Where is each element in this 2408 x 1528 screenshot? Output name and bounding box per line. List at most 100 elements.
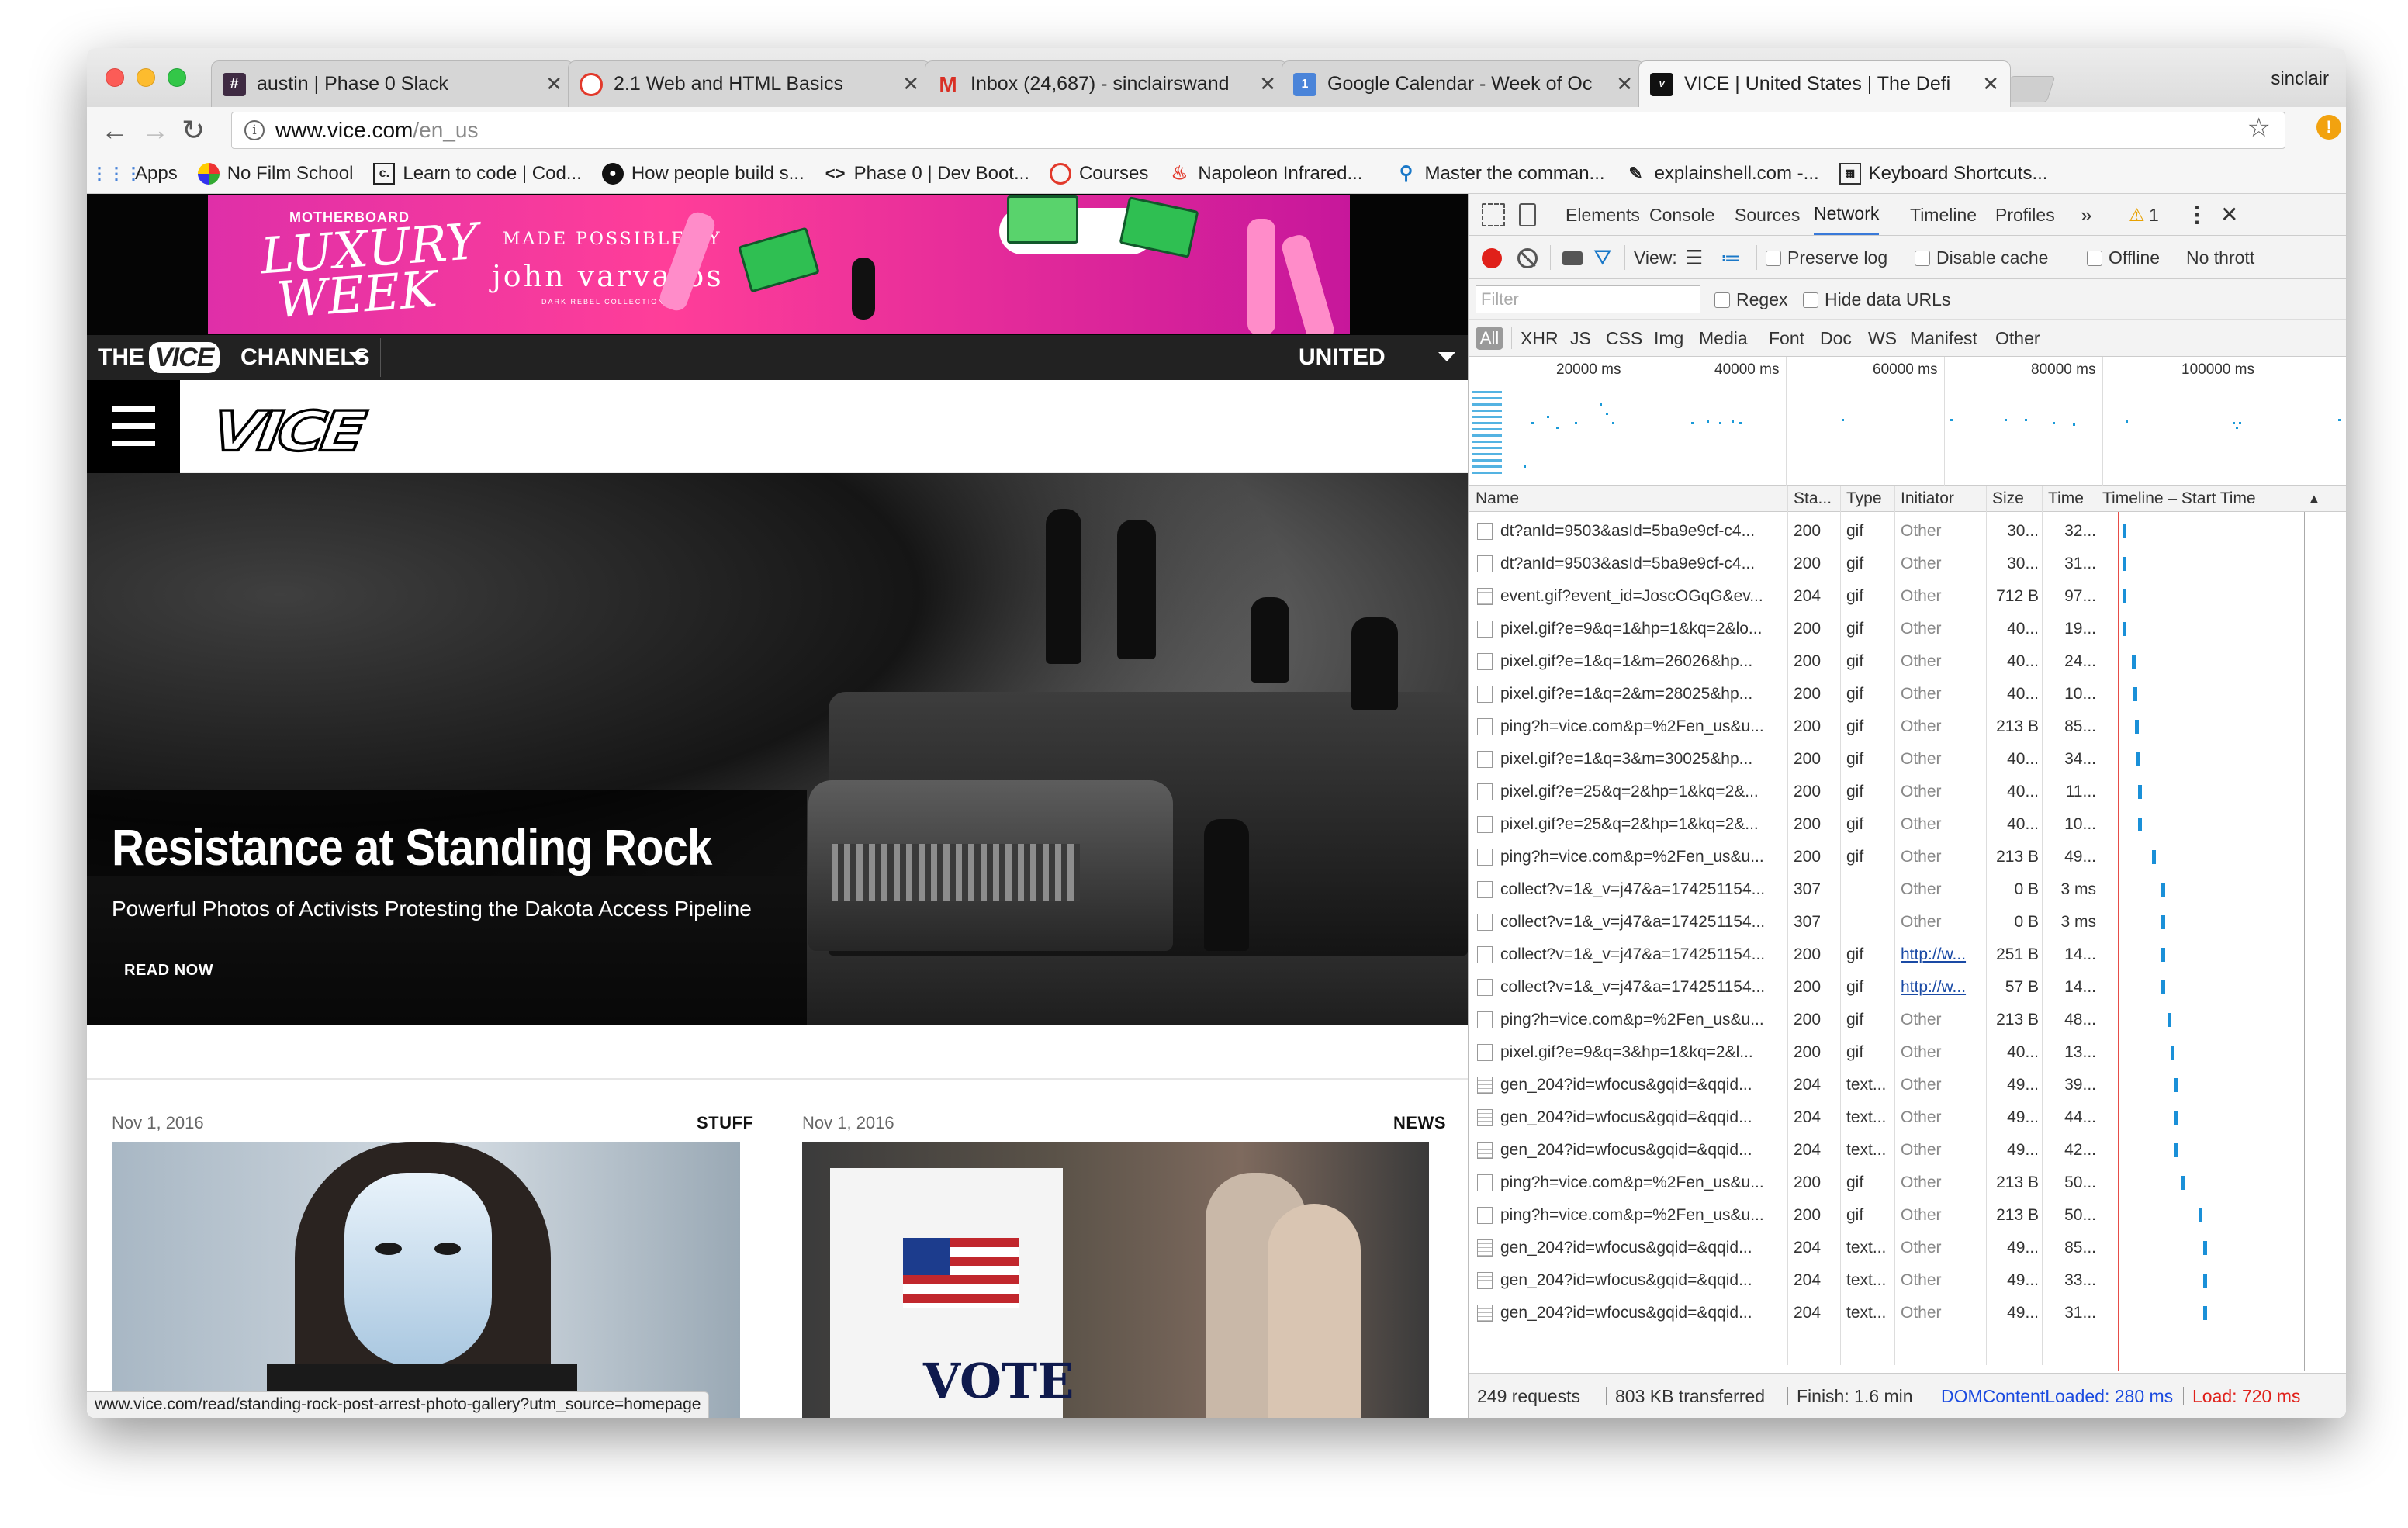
bookmark-explainshell[interactable]: ✎ explainshell.com -...: [1625, 163, 1818, 185]
network-row[interactable]: gen_204?id=wfocus&gqid=&qqid... 204 text..…: [1469, 1297, 2346, 1329]
warning-count[interactable]: 1: [2149, 194, 2159, 236]
tab-vice[interactable]: V VICE | United States | The Defi ✕: [1638, 60, 2011, 107]
row-name[interactable]: ping?h=vice.com&p=%2Fen_us&u...: [1500, 841, 1786, 873]
row-initiator[interactable]: Other: [1901, 1297, 1981, 1329]
row-initiator[interactable]: Other: [1901, 678, 1981, 710]
kebab-menu-icon[interactable]: ⋮: [2186, 194, 2208, 236]
chevron-down-icon[interactable]: [349, 352, 366, 361]
network-row[interactable]: dt?anId=9503&asId=5ba9e9cf-c4... 200 gif Ot…: [1469, 515, 2346, 548]
row-name[interactable]: ping?h=vice.com&p=%2Fen_us&u...: [1500, 1167, 1786, 1199]
chevron-down-icon[interactable]: [1438, 352, 1455, 361]
inspect-element-icon[interactable]: [1482, 203, 1505, 226]
network-row[interactable]: pixel.gif?e=25&q=2&hp=1&kq=2&... 200 gif Ot…: [1469, 776, 2346, 808]
column-initiator[interactable]: Initiator: [1901, 486, 1978, 512]
row-name[interactable]: pixel.gif?e=25&q=2&hp=1&kq=2&...: [1500, 776, 1786, 808]
info-icon[interactable]: i: [244, 120, 265, 140]
close-tab-icon[interactable]: ✕: [902, 72, 919, 96]
row-name[interactable]: pixel.gif?e=9&q=1&hp=1&kq=2&lo...: [1500, 613, 1786, 645]
close-tab-icon[interactable]: ✕: [1982, 72, 1999, 96]
row-name[interactable]: gen_204?id=wfocus&gqid=&qqid...: [1500, 1069, 1786, 1101]
close-tab-icon[interactable]: ✕: [545, 72, 562, 96]
column-status[interactable]: Sta...: [1794, 486, 1837, 512]
row-name[interactable]: pixel.gif?e=1&q=1&m=26026&hp...: [1500, 645, 1786, 678]
row-name[interactable]: pixel.gif?e=9&q=3&hp=1&kq=2&l...: [1500, 1036, 1786, 1069]
card-image-mask[interactable]: [112, 1142, 740, 1418]
clear-icon[interactable]: [1517, 248, 1538, 268]
row-initiator[interactable]: Other: [1901, 548, 1981, 580]
hero-title[interactable]: Resistance at Standing Rock: [112, 818, 712, 876]
row-initiator[interactable]: Other: [1901, 710, 1981, 743]
forward-arrow-icon[interactable]: →: [141, 113, 169, 147]
row-name[interactable]: collect?v=1&_v=j47&a=174251154...: [1500, 939, 1786, 971]
sort-arrow-icon[interactable]: ▲: [2307, 486, 2321, 512]
row-name[interactable]: event.gif?event_id=JoscOGqG&ev...: [1500, 580, 1786, 613]
reload-icon[interactable]: ↻: [182, 113, 205, 147]
type-filter-manifest[interactable]: Manifest: [1910, 320, 1977, 357]
back-arrow-icon[interactable]: ←: [101, 113, 129, 147]
type-filter-xhr[interactable]: XHR: [1521, 320, 1559, 357]
type-filter-all[interactable]: All: [1476, 327, 1503, 350]
network-row[interactable]: pixel.gif?e=25&q=2&hp=1&kq=2&... 200 gif Ot…: [1469, 808, 2346, 841]
hamburger-menu-icon[interactable]: [87, 380, 180, 473]
row-initiator[interactable]: Other: [1901, 1004, 1981, 1036]
row-initiator[interactable]: Other: [1901, 1232, 1981, 1264]
filter-input[interactable]: Filter: [1476, 285, 1700, 313]
bookmark-napoleon[interactable]: ♨ Napoleon Infrared...: [1168, 163, 1363, 185]
network-row[interactable]: pixel.gif?e=1&q=1&m=26026&hp... 200 gif Oth…: [1469, 645, 2346, 678]
network-row[interactable]: ping?h=vice.com&p=%2Fen_us&u... 200 gif Oth…: [1469, 1004, 2346, 1036]
row-initiator[interactable]: Other: [1901, 776, 1981, 808]
disable-cache-checkbox[interactable]: Disable cache: [1915, 236, 2048, 279]
row-initiator[interactable]: Other: [1901, 1167, 1981, 1199]
network-row[interactable]: collect?v=1&_v=j47&a=174251154... 200 gif h…: [1469, 971, 2346, 1004]
type-filter-css[interactable]: CSS: [1606, 320, 1642, 357]
bookmark-keyboard-shortcuts[interactable]: ▦ Keyboard Shortcuts...: [1839, 162, 2047, 185]
row-initiator[interactable]: Other: [1901, 613, 1981, 645]
close-tab-icon[interactable]: ✕: [1616, 72, 1633, 96]
column-type[interactable]: Type: [1846, 486, 1891, 512]
row-name[interactable]: gen_204?id=wfocus&gqid=&qqid...: [1500, 1101, 1786, 1134]
waterfall-view-icon[interactable]: ≔: [1721, 236, 1741, 279]
tab-profiles[interactable]: Profiles: [1995, 194, 2055, 236]
warning-icon[interactable]: ⚠: [2129, 194, 2145, 236]
minimize-window-button[interactable]: [137, 68, 155, 87]
regex-checkbox[interactable]: Regex: [1714, 279, 1787, 320]
row-initiator[interactable]: Other: [1901, 1069, 1981, 1101]
column-name[interactable]: Name: [1476, 486, 1778, 512]
row-initiator[interactable]: Other: [1901, 580, 1981, 613]
bookmark-courses[interactable]: Courses: [1049, 162, 1148, 185]
row-initiator[interactable]: Other: [1901, 1134, 1981, 1167]
network-row[interactable]: event.gif?event_id=JoscOGqG&ev... 204 gif O…: [1469, 580, 2346, 613]
network-row[interactable]: ping?h=vice.com&p=%2Fen_us&u... 200 gif Oth…: [1469, 841, 2346, 873]
network-row[interactable]: pixel.gif?e=9&q=1&hp=1&kq=2&lo... 200 gif O…: [1469, 613, 2346, 645]
record-icon[interactable]: [1482, 248, 1502, 268]
type-filter-ws[interactable]: WS: [1868, 320, 1897, 357]
row-initiator[interactable]: http://w...: [1901, 939, 1981, 971]
bookmark-no-film-school[interactable]: No Film School: [197, 162, 353, 185]
vice-logo[interactable]: VICE: [206, 398, 367, 465]
tab-gmail[interactable]: M Inbox (24,687) - sinclairswand ✕: [925, 60, 1288, 107]
filter-icon[interactable]: ⛛: [1593, 236, 1612, 279]
network-row[interactable]: pixel.gif?e=1&q=2&m=28025&hp... 200 gif Oth…: [1469, 678, 2346, 710]
row-name[interactable]: gen_204?id=wfocus&gqid=&qqid...: [1500, 1264, 1786, 1297]
network-request-list[interactable]: dt?anId=9503&asId=5ba9e9cf-c4... 200 gif Ot…: [1469, 512, 2346, 1365]
device-mode-icon[interactable]: [1519, 203, 1536, 226]
row-name[interactable]: ping?h=vice.com&p=%2Fen_us&u...: [1500, 1199, 1786, 1232]
network-row[interactable]: ping?h=vice.com&p=%2Fen_us&u... 200 gif Oth…: [1469, 1199, 2346, 1232]
tab-console[interactable]: Console: [1649, 194, 1714, 236]
tab-google-calendar[interactable]: 1 Google Calendar - Week of Oc ✕: [1282, 60, 1645, 107]
row-name[interactable]: collect?v=1&_v=j47&a=174251154...: [1500, 971, 1786, 1004]
row-initiator[interactable]: Other: [1901, 645, 1981, 678]
hero-article[interactable]: Resistance at Standing Rock Powerful Pho…: [87, 473, 1468, 1025]
row-initiator[interactable]: Other: [1901, 808, 1981, 841]
camera-icon[interactable]: [1562, 251, 1583, 265]
network-row[interactable]: collect?v=1&_v=j47&a=174251154... 200 gif h…: [1469, 939, 2346, 971]
row-name[interactable]: ping?h=vice.com&p=%2Fen_us&u...: [1500, 1004, 1786, 1036]
row-name[interactable]: gen_204?id=wfocus&gqid=&qqid...: [1500, 1232, 1786, 1264]
row-name[interactable]: pixel.gif?e=1&q=2&m=28025&hp...: [1500, 678, 1786, 710]
tab-elements[interactable]: Elements: [1566, 194, 1640, 236]
bookmark-apps[interactable]: ⋮⋮⋮ Apps: [91, 163, 178, 185]
row-initiator[interactable]: Other: [1901, 743, 1981, 776]
tab-network[interactable]: Network: [1814, 194, 1880, 235]
network-row[interactable]: pixel.gif?e=1&q=3&m=30025&hp... 200 gif Oth…: [1469, 743, 2346, 776]
row-initiator[interactable]: Other: [1901, 1036, 1981, 1069]
